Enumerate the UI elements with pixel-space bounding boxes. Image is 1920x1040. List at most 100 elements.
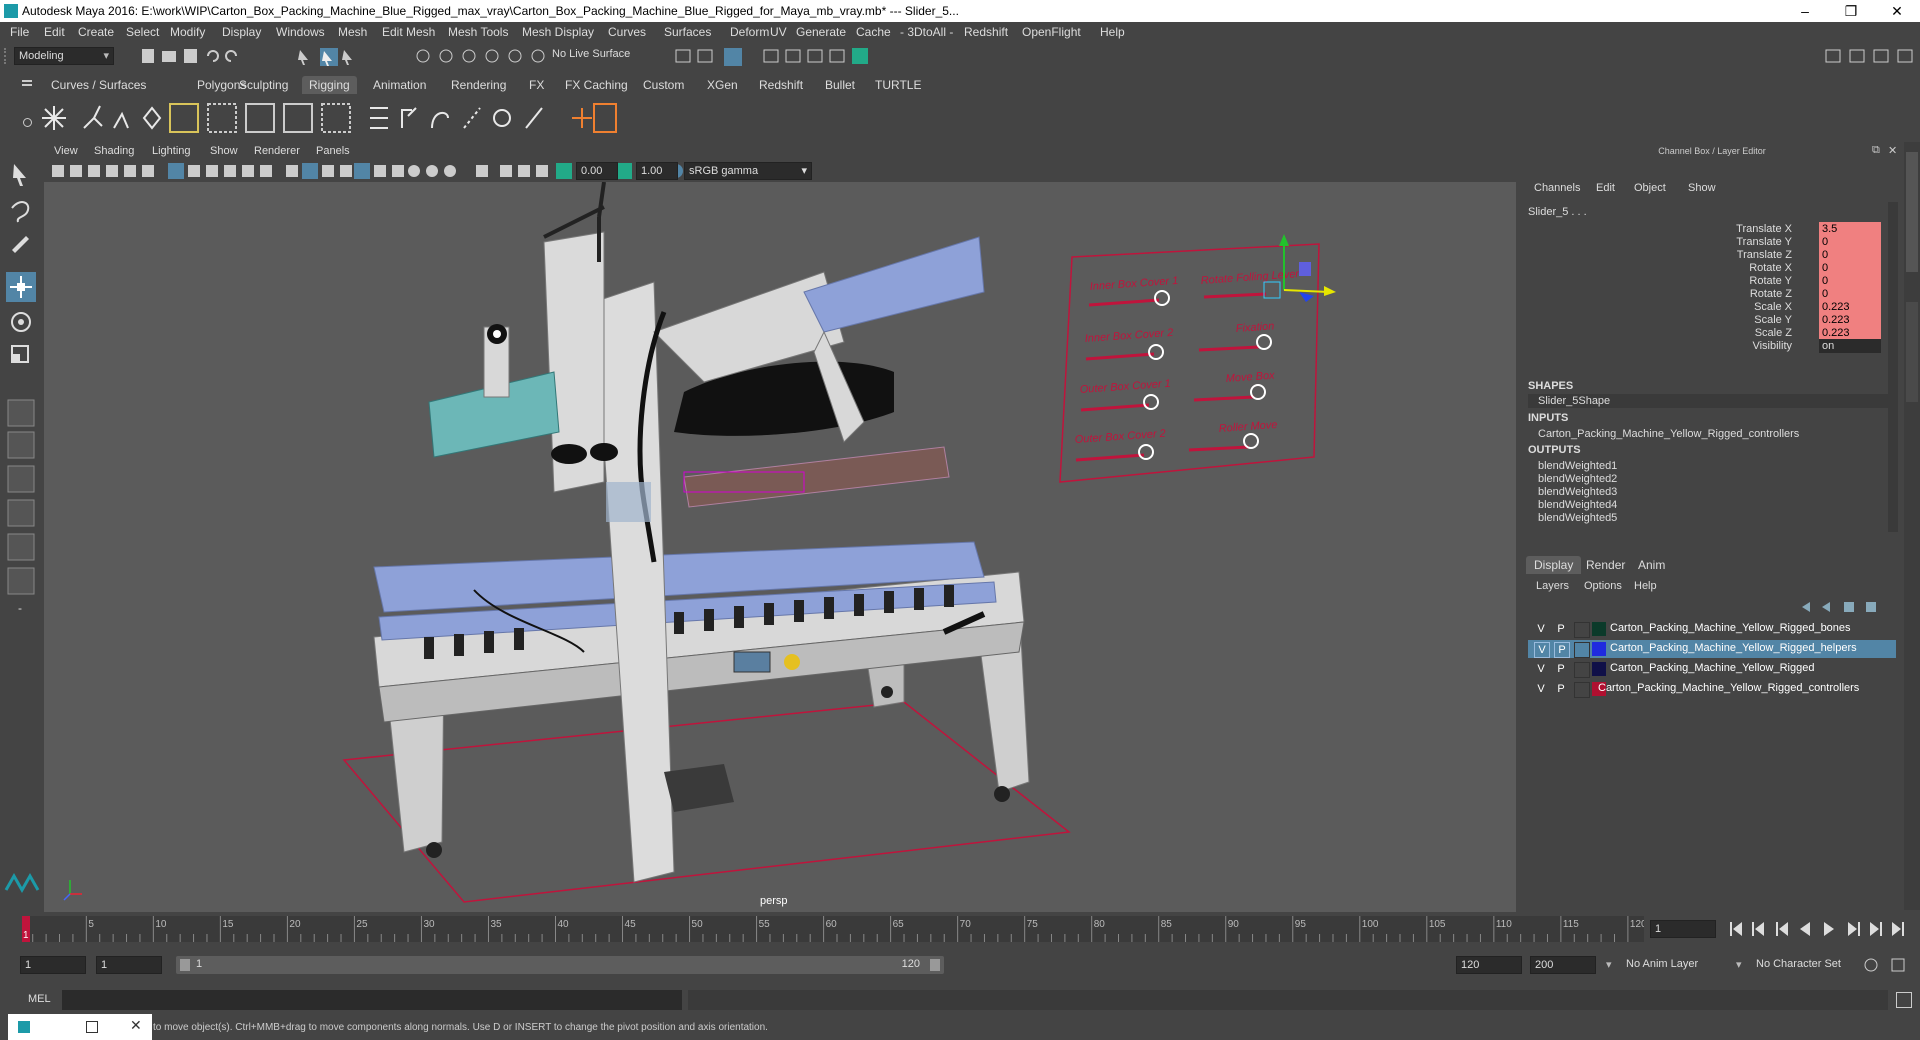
float-panel-icon[interactable]: ⧉ xyxy=(1872,144,1880,157)
layer-buttons[interactable] xyxy=(1798,600,1898,614)
layer-tab-render[interactable]: Render xyxy=(1578,556,1633,574)
shelf-tab-curves-surfaces[interactable]: Curves / Surfaces xyxy=(44,76,153,94)
script-editor-icon[interactable] xyxy=(1896,992,1912,1008)
maximize-button[interactable]: ❐ xyxy=(1828,0,1874,22)
chevron-down-icon[interactable]: ▾ xyxy=(1606,958,1612,971)
menu-select[interactable]: Select xyxy=(126,25,159,39)
layer-playback-toggle[interactable]: P xyxy=(1554,682,1568,696)
close-panel-icon[interactable]: ✕ xyxy=(1888,144,1897,157)
layer-row[interactable]: V P Carton_Packing_Machine_Yellow_Rigged_b… xyxy=(1528,620,1896,638)
shelf-tab-sculpting[interactable]: Sculpting xyxy=(232,76,295,94)
channel-value[interactable]: 0.223 xyxy=(1819,326,1881,340)
close-button[interactable]: ✕ xyxy=(1874,0,1920,22)
menu-curves[interactable]: Curves xyxy=(608,25,646,39)
shelf-tab-custom[interactable]: Custom xyxy=(636,76,691,94)
output-item[interactable]: blendWeighted1 xyxy=(1538,460,1617,472)
viewport-menu-shading[interactable]: Shading xyxy=(94,145,134,157)
layer-display-type[interactable] xyxy=(1574,682,1590,698)
menu-deform[interactable]: Deform xyxy=(730,25,769,39)
minimized-window-bar[interactable]: ✕ xyxy=(8,1014,152,1040)
status-tool-icons[interactable] xyxy=(138,46,558,66)
minimize-button[interactable]: – xyxy=(1782,0,1828,22)
channel-box-scrollbar[interactable] xyxy=(1888,202,1898,532)
channel-row[interactable]: Visibility on xyxy=(1522,339,1902,355)
channel-value[interactable]: 0 xyxy=(1819,235,1881,249)
menu-create[interactable]: Create xyxy=(78,25,114,39)
viewport-menu-lighting[interactable]: Lighting xyxy=(152,145,191,157)
viewport-menu-show[interactable]: Show xyxy=(210,145,238,157)
channel-value[interactable]: 0 xyxy=(1819,261,1881,275)
output-item[interactable]: blendWeighted5 xyxy=(1538,512,1617,524)
menu-uv[interactable]: UV xyxy=(770,25,787,39)
color-space-dropdown[interactable]: sRGB gamma ▾ xyxy=(684,162,812,180)
shelf-icons[interactable] xyxy=(40,98,680,138)
shelf-tab-turtle[interactable]: TURTLE xyxy=(868,76,928,94)
menu-surfaces[interactable]: Surfaces xyxy=(664,25,711,39)
layer-visibility-toggle[interactable]: V xyxy=(1534,622,1548,636)
layer-playback-toggle[interactable]: P xyxy=(1554,622,1568,636)
shelf-menu-icon[interactable] xyxy=(18,74,34,136)
layer-color-swatch[interactable] xyxy=(1592,622,1606,636)
mode-dropdown[interactable]: Modeling ▾ xyxy=(14,47,114,65)
layer-display-type[interactable] xyxy=(1574,642,1590,658)
input-item[interactable]: Carton_Packing_Machine_Yellow_Rigged_con… xyxy=(1538,428,1799,440)
layer-visibility-toggle[interactable]: V xyxy=(1534,642,1550,658)
layer-name[interactable]: Carton_Packing_Machine_Yellow_Rigged_bon… xyxy=(1610,622,1851,634)
menu-edit[interactable]: Edit xyxy=(44,25,65,39)
start-time-field[interactable]: 1 xyxy=(20,956,86,974)
playback-end-field[interactable]: 120 xyxy=(1456,956,1522,974)
layer-menu-layers[interactable]: Layers xyxy=(1536,580,1569,592)
shelf-tab-xgen[interactable]: XGen xyxy=(700,76,745,94)
layer-playback-toggle[interactable]: P xyxy=(1554,642,1570,658)
shelf-tab-rendering[interactable]: Rendering xyxy=(444,76,513,94)
shape-item[interactable]: Slider_5Shape xyxy=(1538,395,1610,407)
channel-value[interactable]: 3.5 xyxy=(1819,222,1881,236)
menu-cache[interactable]: Cache xyxy=(856,25,891,39)
channel-menu-edit[interactable]: Edit xyxy=(1596,182,1615,194)
output-item[interactable]: blendWeighted2 xyxy=(1538,473,1617,485)
menu-modify[interactable]: Modify xyxy=(170,25,205,39)
shelf-tab-fx[interactable]: FX xyxy=(522,76,551,94)
layer-name[interactable]: Carton_Packing_Machine_Yellow_Rigged_con… xyxy=(1598,682,1859,694)
output-item[interactable]: blendWeighted4 xyxy=(1538,499,1617,511)
layer-menu-options[interactable]: Options xyxy=(1584,580,1622,592)
channel-value[interactable]: 0.223 xyxy=(1819,300,1881,314)
layer-color-swatch[interactable] xyxy=(1592,662,1606,676)
playback-controls[interactable] xyxy=(1726,920,1916,938)
slider-control-panel[interactable]: Inner Box Cover 1 Inner Box Cover 2 Outer … xyxy=(1059,234,1336,483)
channel-value[interactable]: 0 xyxy=(1819,248,1881,262)
layer-row[interactable]: V P Carton_Packing_Machine_Yellow_Rigged_c… xyxy=(1528,680,1896,698)
menu-openflight[interactable]: OpenFlight xyxy=(1022,25,1081,39)
menu-mesh-tools[interactable]: Mesh Tools xyxy=(448,25,508,39)
shelf-tab-redshift[interactable]: Redshift xyxy=(752,76,810,94)
render-icons[interactable] xyxy=(672,46,892,66)
menu-3dtoall[interactable]: - 3DtoAll - xyxy=(900,25,953,39)
menu-mesh[interactable]: Mesh xyxy=(338,25,367,39)
viewport-menu-renderer[interactable]: Renderer xyxy=(254,145,300,157)
end-time-field[interactable]: 200 xyxy=(1530,956,1596,974)
shelf-tab-fx-caching[interactable]: FX Caching xyxy=(558,76,635,94)
viewport-menu-panels[interactable]: Panels xyxy=(316,145,350,157)
layer-name[interactable]: Carton_Packing_Machine_Yellow_Rigged_hel… xyxy=(1610,642,1857,654)
layer-row[interactable]: V P Carton_Packing_Machine_Yellow_Rigged xyxy=(1528,660,1896,678)
command-input[interactable] xyxy=(62,990,682,1010)
layer-visibility-toggle[interactable]: V xyxy=(1534,682,1548,696)
menu-mesh-display[interactable]: Mesh Display xyxy=(522,25,594,39)
layer-display-type[interactable] xyxy=(1574,662,1590,678)
layer-visibility-toggle[interactable]: V xyxy=(1534,662,1548,676)
time-slider[interactable]: 5 10 15 20 25 30 35 40 45 50 55 60 65 70 75 80 85 90 95 100… xyxy=(0,912,1920,946)
shelf-tab-bullet[interactable]: Bullet xyxy=(818,76,862,94)
channel-menu-channels[interactable]: Channels xyxy=(1534,182,1580,194)
shelf-tab-animation[interactable]: Animation xyxy=(366,76,433,94)
current-frame-field[interactable]: 1 xyxy=(1650,920,1716,938)
live-surface-label[interactable]: No Live Surface xyxy=(552,48,630,60)
layer-row[interactable]: V P Carton_Packing_Machine_Yellow_Rigged_h… xyxy=(1528,640,1896,658)
shelf-tab-rigging[interactable]: Rigging xyxy=(302,76,357,94)
menu-edit-mesh[interactable]: Edit Mesh xyxy=(382,25,435,39)
channel-value[interactable]: 0 xyxy=(1819,274,1881,288)
playback-start-field[interactable]: 1 xyxy=(96,956,162,974)
channel-value[interactable]: on xyxy=(1819,339,1881,353)
exposure-field[interactable]: 0.00 xyxy=(576,162,618,180)
layer-display-type[interactable] xyxy=(1574,622,1590,638)
layer-color-swatch[interactable] xyxy=(1592,642,1606,656)
